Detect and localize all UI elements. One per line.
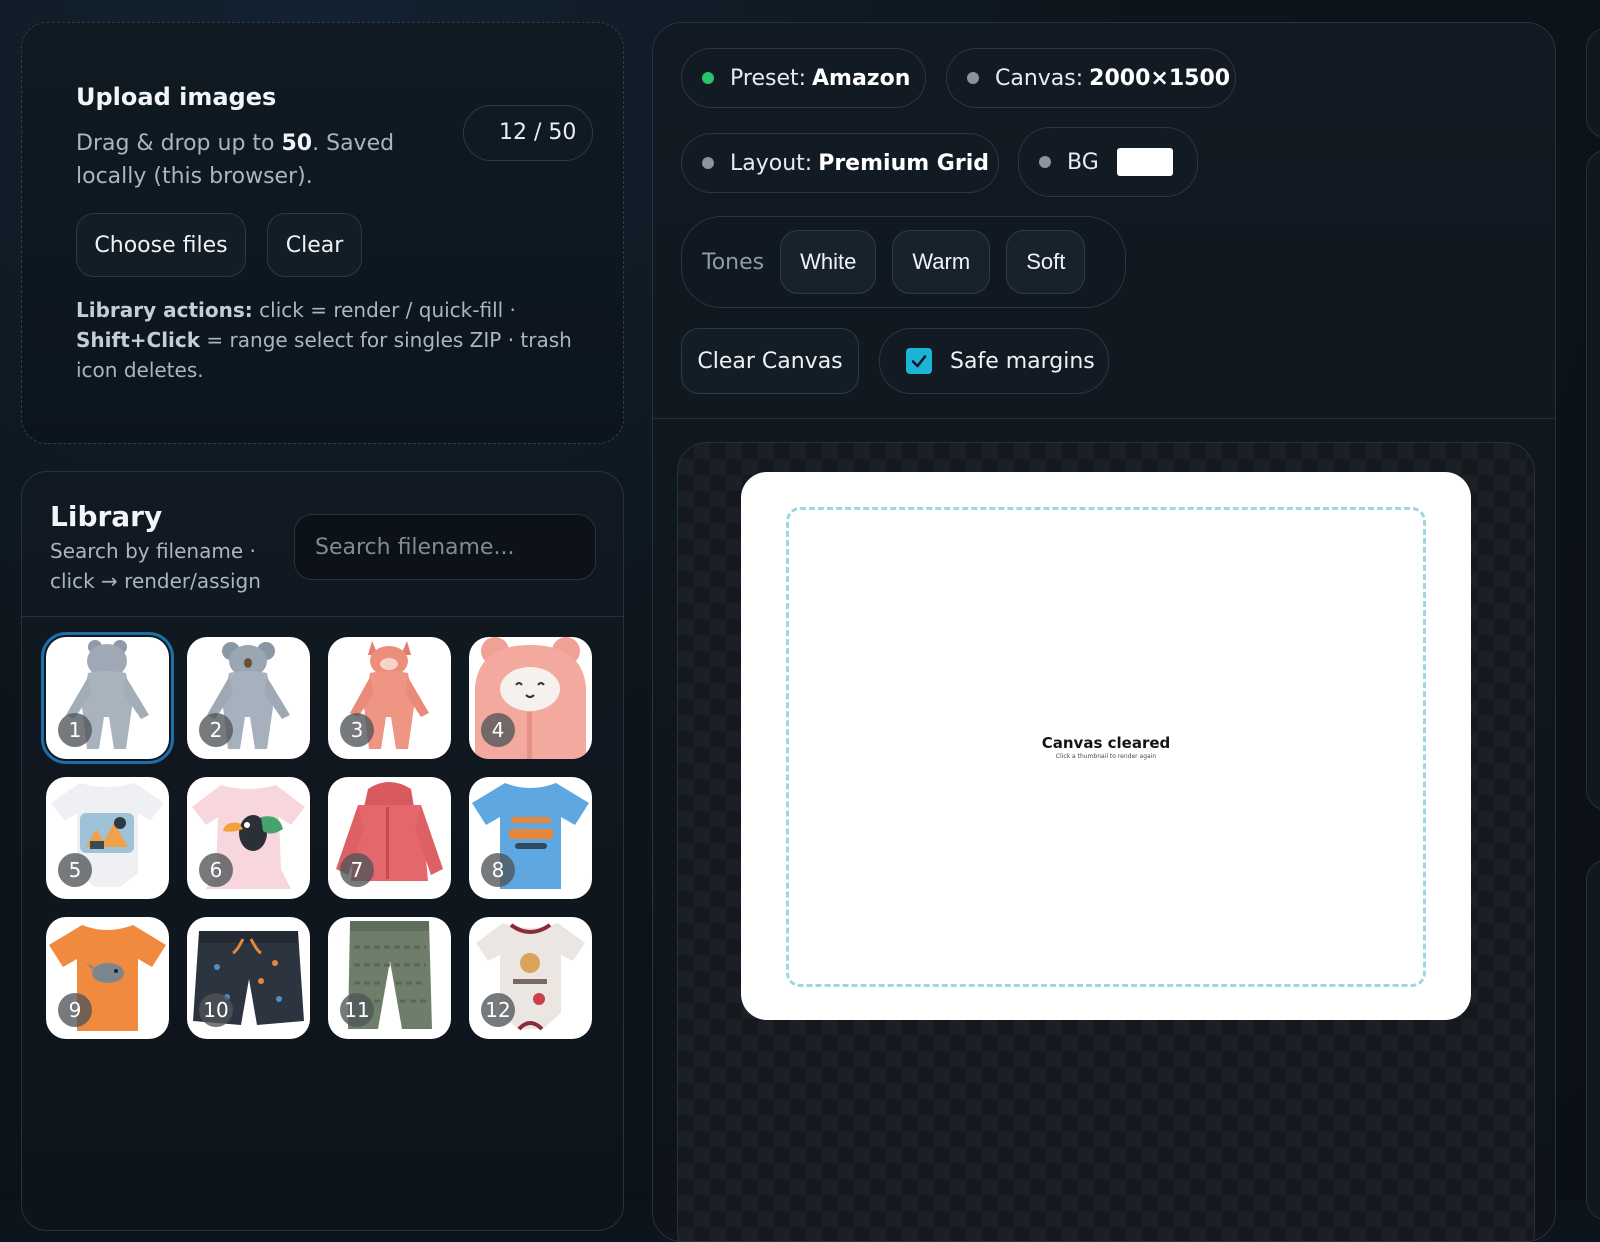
canvas-size-value: 2000×1500 — [1089, 65, 1231, 91]
library-title: Library — [50, 500, 163, 533]
thumbnail-number: 5 — [58, 853, 92, 887]
tones-label: Tones — [702, 249, 765, 275]
side-card — [1586, 860, 1600, 1220]
thumbnail-number: 10 — [199, 993, 233, 1027]
thumbnail-number: 3 — [340, 713, 374, 747]
library-thumbnail[interactable]: 1 — [41, 632, 174, 764]
canvas-stage: Canvas cleared Click a thumbnail to rend… — [677, 442, 1535, 1241]
tones-group: Tones White Warm Soft — [681, 216, 1126, 308]
library-thumbnail[interactable]: 12 — [469, 917, 592, 1039]
preset-chip[interactable]: Preset: Amazon — [681, 48, 926, 108]
library-thumbnail[interactable]: 5 — [46, 777, 169, 899]
library-thumbnail[interactable]: 11 — [328, 917, 451, 1039]
side-card — [1586, 150, 1600, 810]
safe-margins-label: Safe margins — [950, 348, 1095, 374]
search-input[interactable] — [294, 514, 596, 580]
layout-value: Premium Grid — [818, 150, 990, 176]
library-subtitle: Search by filename · click → render/assi… — [50, 539, 261, 593]
status-dot-icon — [702, 157, 714, 169]
upload-description: Drag & drop up to 50. Saved locally (thi… — [76, 131, 395, 189]
thumbnail-number: 6 — [199, 853, 233, 887]
tone-warm-button[interactable]: Warm — [892, 230, 991, 294]
choose-files-button[interactable]: Choose files — [76, 213, 246, 277]
thumbnail-number: 9 — [58, 993, 92, 1027]
library-actions-help: Library actions: click = render / quick-… — [76, 298, 572, 382]
library-thumbnail[interactable]: 6 — [187, 777, 310, 899]
library-thumbnail[interactable]: 9 — [46, 917, 169, 1039]
thumbnail-number: 12 — [481, 993, 515, 1027]
background-color-chip[interactable]: BG — [1018, 127, 1198, 197]
canvas-status-hint: Click a thumbnail to render again — [1055, 753, 1157, 760]
checkmark-icon — [911, 355, 927, 368]
preset-value: Amazon — [812, 65, 911, 91]
thumbnail-number: 8 — [481, 853, 515, 887]
image-count-badge: 12 / 50 — [463, 105, 593, 161]
thumbnail-number: 1 — [58, 713, 92, 747]
thumbnail-number: 4 — [481, 713, 515, 747]
library-thumbnail[interactable]: 3 — [328, 637, 451, 759]
tone-white-button[interactable]: White — [780, 230, 877, 294]
bg-label: BG — [1067, 149, 1099, 175]
library-thumbnail[interactable]: 4 — [469, 637, 592, 759]
library-divider — [22, 616, 623, 617]
thumbnail-number: 7 — [340, 853, 374, 887]
status-dot-icon — [702, 72, 714, 84]
thumbnail-number: 2 — [199, 713, 233, 747]
status-dot-icon — [1039, 156, 1051, 168]
clear-library-button[interactable]: Clear — [267, 213, 362, 277]
toolbar-divider — [653, 418, 1555, 419]
tone-soft-button[interactable]: Soft — [1006, 230, 1086, 294]
library-thumbnail[interactable]: 10 — [187, 917, 310, 1039]
status-dot-icon — [967, 72, 979, 84]
safe-margins-checkbox[interactable] — [906, 348, 932, 374]
library-thumbnail[interactable]: 8 — [469, 777, 592, 899]
editor-panel: Preset: Amazon Canvas: 2000×1500 Layout: Pr… — [652, 22, 1556, 1242]
upload-title: Upload images — [76, 83, 277, 111]
library-thumbnail[interactable]: 2 — [187, 637, 310, 759]
clear-canvas-button[interactable]: Clear Canvas — [681, 328, 859, 394]
upload-panel[interactable]: Upload images Drag & drop up to 50. Save… — [21, 22, 624, 444]
library-panel: Library Search by filename · click → ren… — [21, 471, 624, 1231]
layout-chip[interactable]: Layout: Premium Grid — [681, 133, 999, 193]
canvas-status-message: Canvas cleared — [1041, 734, 1171, 752]
thumbnail-number: 11 — [340, 993, 374, 1027]
render-canvas[interactable]: Canvas cleared Click a thumbnail to rend… — [741, 472, 1471, 1020]
side-card — [1586, 28, 1600, 138]
safe-margins-toggle[interactable]: Safe margins — [879, 328, 1109, 394]
bg-color-swatch[interactable] — [1116, 148, 1173, 176]
thumbnail-grid: 1 2 3 4 5 6 7 8 9 10 11 12 — [41, 632, 606, 1039]
canvas-size-chip[interactable]: Canvas: 2000×1500 — [946, 48, 1236, 108]
library-thumbnail[interactable]: 7 — [328, 777, 451, 899]
